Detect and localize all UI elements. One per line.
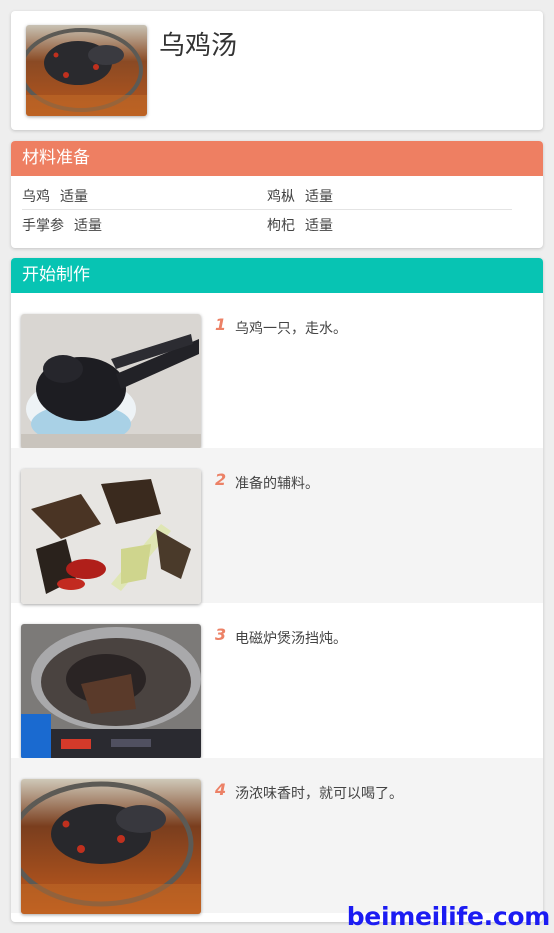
ingredient-name: 手掌参 [22,218,64,234]
ingredient-name: 鸡枞 [267,189,295,205]
ingredient-qty: 适量 [74,218,102,234]
step-item: 1 乌鸡一只，走水。 [11,293,543,449]
step-text: 乌鸡一只，走水。 [235,321,347,337]
ingredient-qty: 适量 [60,189,88,205]
steps-card: 开始制作 1 乌鸡一只，走水。 2 准备的辅料。 3 电磁炉煲汤挡炖。 4 汤浓… [11,258,543,922]
ingredient-qty: 适量 [305,189,333,205]
step-text: 汤浓味香时，就可以喝了。 [235,786,403,802]
ingredient-item: 乌鸡 适量 [22,186,88,206]
soup-photo [26,25,147,116]
step-number: 2 [215,470,227,489]
ingredient-item: 枸杞 适量 [267,215,333,235]
ingredient-item: 手掌参 适量 [22,215,102,235]
ingredients-row: 乌鸡 适量 鸡枞 适量 [22,182,512,210]
step-text: 准备的辅料。 [235,476,319,492]
step-photo [21,624,201,759]
recipe-title-card: 乌鸡汤 [11,11,543,130]
step-text: 电磁炉煲汤挡炖。 [235,631,347,647]
step-number: 3 [215,625,227,644]
ingredients-header: 材料准备 [11,141,543,176]
step-photo [21,314,201,449]
recipe-title: 乌鸡汤 [159,31,238,61]
step-item: 4 汤浓味香时，就可以喝了。 [11,758,543,914]
step-photo [21,779,201,914]
ingredient-item: 鸡枞 适量 [267,186,333,206]
step-photo [21,469,201,604]
ingredient-qty: 适量 [305,218,333,234]
site-watermark: beimeilife.com [346,902,551,931]
ingredient-name: 枸杞 [267,218,295,234]
step-item: 2 准备的辅料。 [11,448,543,604]
ingredients-card: 材料准备 乌鸡 适量 鸡枞 适量 手掌参 适量 枸杞 适量 [11,141,543,248]
step-item: 3 电磁炉煲汤挡炖。 [11,603,543,759]
steps-header: 开始制作 [11,258,543,293]
ingredients-row: 手掌参 适量 枸杞 适量 [22,211,512,239]
step-number: 1 [215,315,227,334]
ingredient-name: 乌鸡 [22,189,50,205]
step-number: 4 [215,780,227,799]
